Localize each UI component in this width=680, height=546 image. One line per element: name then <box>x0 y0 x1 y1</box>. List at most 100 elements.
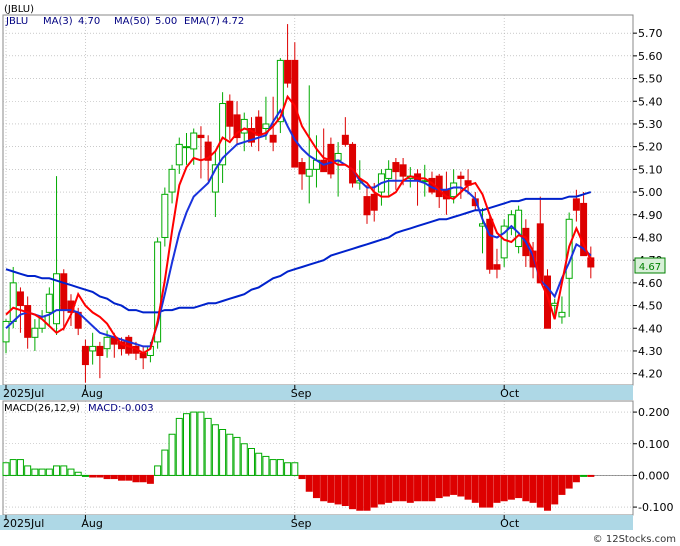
macd-bar-negative <box>118 474 126 481</box>
price-y-tick-label: 4.80 <box>638 231 663 244</box>
last-price-tag: 4.67 <box>639 262 661 273</box>
candle-down <box>255 116 263 136</box>
macd-bar-positive <box>168 433 176 476</box>
macd-bar-negative <box>406 474 414 503</box>
candle-up <box>450 182 458 198</box>
macd-bar-negative <box>334 474 342 505</box>
macd-bar-positive <box>74 471 82 476</box>
macd-bar-positive <box>219 429 227 476</box>
candle-down <box>370 193 378 211</box>
macd-bar-negative <box>587 474 595 477</box>
candle-down <box>392 162 400 173</box>
candle-down <box>197 134 205 139</box>
candle-down <box>226 100 234 127</box>
macd-bar-positive <box>38 468 46 476</box>
candle-down <box>96 345 104 356</box>
macd-y-tick-label: 0.100 <box>638 438 670 451</box>
macd-bar-negative <box>125 474 133 481</box>
macd-bar-negative <box>385 474 393 503</box>
macd-bar-positive <box>284 462 292 476</box>
macd-params-label: MACD(26,12,9) <box>4 403 80 414</box>
macd-bar-positive <box>291 462 299 476</box>
candle-down <box>60 273 68 311</box>
ma50-value: 5.00 <box>155 16 177 27</box>
price-y-tick-label: 5.30 <box>638 118 663 131</box>
macd-bar-negative <box>363 474 371 511</box>
macd-bar-negative <box>96 474 104 478</box>
macd-bar-negative <box>551 474 559 505</box>
macd-bar-positive <box>204 417 212 476</box>
macd-bar-positive <box>255 452 263 476</box>
macd-bar-negative <box>349 474 357 510</box>
ma3-value: 4.70 <box>78 16 100 27</box>
macd-bar-negative <box>515 474 523 499</box>
date-label-bottom: Oct <box>500 517 520 530</box>
macd-bar-positive <box>2 462 10 476</box>
macd-bar-negative <box>479 474 487 508</box>
macd-y-tick-label: 0.200 <box>638 406 670 419</box>
macd-bar-negative <box>558 474 566 495</box>
macd-y-tick-label: 0.000 <box>638 469 670 482</box>
price-y-tick-label: 4.90 <box>638 209 663 222</box>
macd-bar-negative <box>89 474 97 478</box>
date-label-bottom: 2025Jul <box>3 517 44 530</box>
macd-bar-negative <box>565 474 573 489</box>
candle-up <box>103 336 111 350</box>
macd-bar-positive <box>9 459 17 476</box>
ema7-label: EMA(7) <box>184 16 220 27</box>
price-y-tick-label: 5.40 <box>638 95 663 108</box>
candle-down <box>572 198 580 211</box>
macd-bar-negative <box>370 474 378 508</box>
ma50-label: MA(50) <box>114 16 150 27</box>
price-y-tick-label: 4.50 <box>638 300 663 313</box>
candle-up <box>45 293 53 313</box>
candle-down <box>81 345 89 366</box>
candle-up <box>175 143 183 166</box>
date-label-top: Oct <box>500 387 520 400</box>
macd-bar-positive <box>247 448 255 476</box>
candle-down <box>284 59 292 84</box>
macd-y-axis: 0.200 0.100 0.000 -0.100 <box>633 406 673 514</box>
candle-down <box>435 175 443 198</box>
candle-down <box>269 134 277 143</box>
macd-bar-positive <box>67 468 75 476</box>
macd-bar-negative <box>139 474 147 483</box>
macd-bar-positive <box>175 417 183 476</box>
price-y-tick-label: 4.40 <box>638 322 663 335</box>
macd-bar-negative <box>507 474 515 500</box>
ema7-value: 4.72 <box>222 16 244 27</box>
macd-value-label: MACD:-0.003 <box>88 403 154 414</box>
macd-bar-negative <box>464 474 472 500</box>
macd-bar-positive <box>240 443 248 476</box>
macd-bar-negative <box>421 474 429 502</box>
candle-up <box>168 168 176 193</box>
macd-bar-positive <box>53 465 61 476</box>
macd-bar-negative <box>341 474 349 506</box>
candle-up <box>9 282 17 322</box>
date-label-top: 2025Jul <box>3 387 44 400</box>
macd-bar-negative <box>298 474 306 480</box>
macd-bar-positive <box>161 449 169 476</box>
macd-bar-negative <box>392 474 400 502</box>
macd-bar-negative <box>428 474 436 502</box>
candle-up <box>31 327 39 338</box>
price-y-tick-label: 4.30 <box>638 345 663 358</box>
candle-up <box>305 168 313 177</box>
ma3-label: MA(3) <box>43 16 73 27</box>
watermark: © 12Stocks.com <box>593 534 676 545</box>
price-y-tick-label: 5.70 <box>638 27 663 40</box>
macd-bar-positive <box>81 474 89 477</box>
macd-bar-positive <box>233 436 241 476</box>
symbol-title: (JBLU) <box>4 4 34 15</box>
macd-bar-negative <box>320 474 328 502</box>
date-label-bottom: Sep <box>291 517 312 530</box>
candle-down <box>298 162 306 175</box>
macd-bar-negative <box>110 474 118 480</box>
macd-bar-negative <box>327 474 335 503</box>
date-label-top: Aug <box>81 387 102 400</box>
candle-down <box>320 159 328 173</box>
macd-bar-positive <box>197 411 205 476</box>
candle-down <box>493 264 501 270</box>
date-label-bottom: Aug <box>81 517 102 530</box>
macd-bar-positive <box>183 413 190 476</box>
